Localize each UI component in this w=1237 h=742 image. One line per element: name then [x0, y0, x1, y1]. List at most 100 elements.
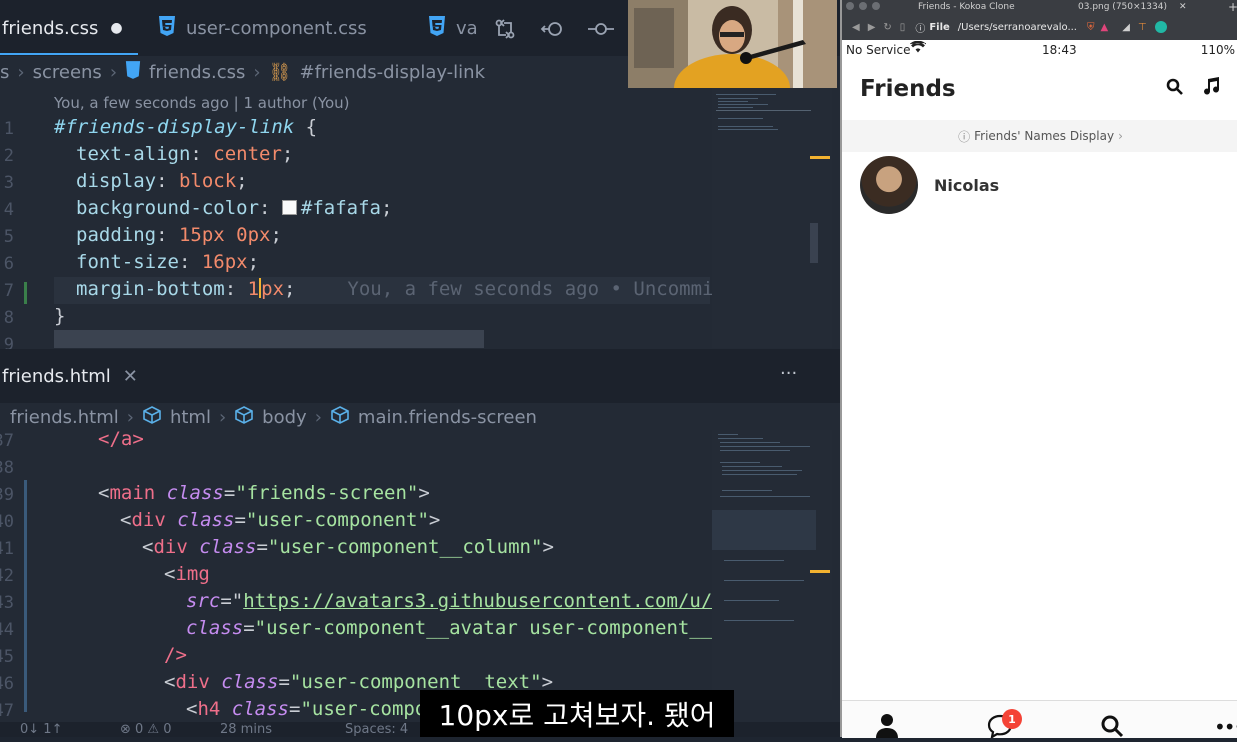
- more-actions-icon[interactable]: ···: [780, 363, 797, 384]
- nav-search-icon[interactable]: [1100, 714, 1124, 742]
- tab-friends-html[interactable]: friends.html ✕: [2, 349, 138, 403]
- window-minimize-icon[interactable]: [859, 2, 867, 10]
- git-sync-status[interactable]: 0↓ 1↑: [20, 722, 62, 737]
- chevron-right-icon: ›: [314, 406, 322, 428]
- browser-tab-friends[interactable]: Friends - Kokoa Clone: [918, 0, 1015, 14]
- browser-tab-label: Friends - Kokoa Clone: [918, 2, 1015, 12]
- html-tag: main: [109, 482, 156, 504]
- url-text[interactable]: /Users/serranoarevalo...: [958, 22, 1077, 33]
- css-breadcrumb: s › screens › friends.css › ⛓ #friends-d…: [0, 54, 493, 90]
- horizontal-scrollbar[interactable]: [54, 330, 484, 348]
- css-minimap[interactable]: [712, 88, 832, 348]
- line-number: 40: [0, 512, 14, 532]
- line-number: 44: [0, 620, 14, 640]
- css-value: #fafafa: [300, 197, 381, 219]
- nav-friends-person-icon[interactable]: [876, 713, 898, 742]
- user-component[interactable]: Nicolas: [860, 156, 999, 214]
- html-tag: h4: [197, 698, 221, 720]
- friends-display-link[interactable]: ⓘ Friends' Names Display ›: [842, 120, 1237, 152]
- cube-icon: [234, 405, 254, 429]
- breadcrumb-item[interactable]: friends.css: [149, 62, 245, 83]
- close-icon[interactable]: ✕: [123, 366, 138, 387]
- tab-friends-css[interactable]: friends.css ●: [2, 0, 123, 56]
- css-property: font-size: [76, 251, 179, 273]
- line-number: 45: [0, 647, 14, 667]
- line-number: 47: [0, 701, 14, 721]
- css-value: block: [178, 170, 237, 192]
- chevron-right-icon: ›: [126, 406, 134, 428]
- tab-va[interactable]: va: [428, 0, 478, 56]
- browser-tab-image[interactable]: 03.png (750×1334) ✕: [1078, 0, 1187, 14]
- color-swatch[interactable]: [281, 200, 297, 215]
- html-tag: </a>: [98, 428, 144, 450]
- window-close-icon[interactable]: [846, 2, 854, 10]
- friends-header: Friends: [842, 66, 1237, 116]
- profile-avatar-icon[interactable]: [1154, 21, 1167, 33]
- search-icon[interactable]: [1166, 78, 1184, 100]
- selector-symbol-icon: ⛓: [268, 61, 292, 83]
- css-property: display: [76, 170, 157, 192]
- breadcrumb-item[interactable]: html: [170, 407, 211, 428]
- css-value: 1: [247, 278, 260, 300]
- line-number: 41: [0, 539, 14, 559]
- breadcrumb-item[interactable]: body: [262, 407, 307, 428]
- line-number: 38: [0, 458, 14, 478]
- friend-name: Nicolas: [934, 175, 1000, 195]
- git-blame-header[interactable]: You, a few seconds ago | 1 author (You): [54, 94, 350, 112]
- inline-blame: You, a few seconds ago • Uncommitt: [347, 278, 737, 300]
- brace: {: [294, 116, 318, 138]
- music-icon[interactable]: [1202, 77, 1220, 99]
- html-tag: />: [164, 644, 187, 666]
- extension-icon[interactable]: ◢: [1122, 22, 1130, 33]
- cube-icon: [142, 405, 162, 429]
- css-value: center: [213, 143, 282, 165]
- tab-label: va: [456, 17, 478, 39]
- css-file-icon: [125, 60, 141, 84]
- source-control-compare-icon[interactable]: [494, 18, 516, 44]
- html-string: "user-component__avatar user-component__…: [254, 617, 747, 639]
- html-string: "user-component__column": [267, 536, 543, 558]
- brave-shield-icon[interactable]: ⛨: [1087, 22, 1095, 33]
- code-editor: friends.css ● user-component.css va s › …: [0, 0, 840, 737]
- address-bar: ◀ ▶ ↻ ▯ ⓘ File /Users/serranoarevalo... …: [842, 16, 1237, 38]
- html-string: "user-compon: [300, 698, 438, 720]
- indent-status[interactable]: Spaces: 4: [345, 722, 408, 737]
- brace: }: [54, 305, 66, 327]
- window-maximize-icon[interactable]: [872, 2, 880, 10]
- nav-more-icon[interactable]: •••: [1214, 715, 1237, 739]
- breadcrumb-item[interactable]: #friends-display-link: [299, 62, 485, 83]
- git-added-marker: [24, 480, 27, 712]
- html-minimap[interactable]: [712, 430, 832, 700]
- html-url[interactable]: https://avatars3.githubusercontent.com/u…: [243, 590, 746, 612]
- webcam-overlay: [628, 0, 837, 88]
- line-number: 43: [0, 593, 14, 613]
- breadcrumb-item[interactable]: main.friends-screen: [358, 407, 537, 428]
- time-status[interactable]: 28 mins: [220, 722, 272, 737]
- commit-icon[interactable]: [588, 18, 614, 44]
- html-string: "friends-screen": [235, 482, 419, 504]
- css-property: margin-bottom: [76, 278, 225, 300]
- chevron-right-icon: ›: [1118, 129, 1123, 143]
- line-number: 42: [0, 566, 14, 586]
- page-title: Friends: [860, 76, 956, 102]
- go-back-icon[interactable]: [540, 18, 566, 44]
- browser-window: Friends - Kokoa Clone 03.png (750×1334) ✕…: [840, 0, 1237, 740]
- forward-icon[interactable]: ▶: [868, 22, 876, 33]
- breadcrumb-item[interactable]: screens: [33, 62, 102, 83]
- css-property: padding: [76, 224, 157, 246]
- new-tab-icon[interactable]: +: [1228, 0, 1237, 14]
- html-gutter: 37 38 39 40 41 42 43 44 45 46 47: [0, 0, 20, 737]
- extension-icon-2[interactable]: ⊤: [1138, 22, 1147, 33]
- problems-status[interactable]: ⊗ 0 ⚠ 0: [120, 722, 172, 737]
- window-controls: [846, 2, 880, 10]
- reload-icon[interactable]: ↻: [883, 22, 891, 33]
- tab-user-component-css[interactable]: user-component.css: [158, 0, 367, 56]
- rewards-icon[interactable]: ▲: [1101, 22, 1109, 33]
- git-modified-marker: [24, 282, 27, 304]
- close-icon[interactable]: ✕: [1179, 2, 1187, 12]
- bookmark-icon[interactable]: ▯: [900, 22, 906, 33]
- breadcrumb-item[interactable]: friends.html: [10, 407, 119, 428]
- css-value: 15px 0px: [178, 224, 271, 246]
- back-icon[interactable]: ◀: [852, 22, 860, 33]
- css-value: 16px: [201, 251, 248, 273]
